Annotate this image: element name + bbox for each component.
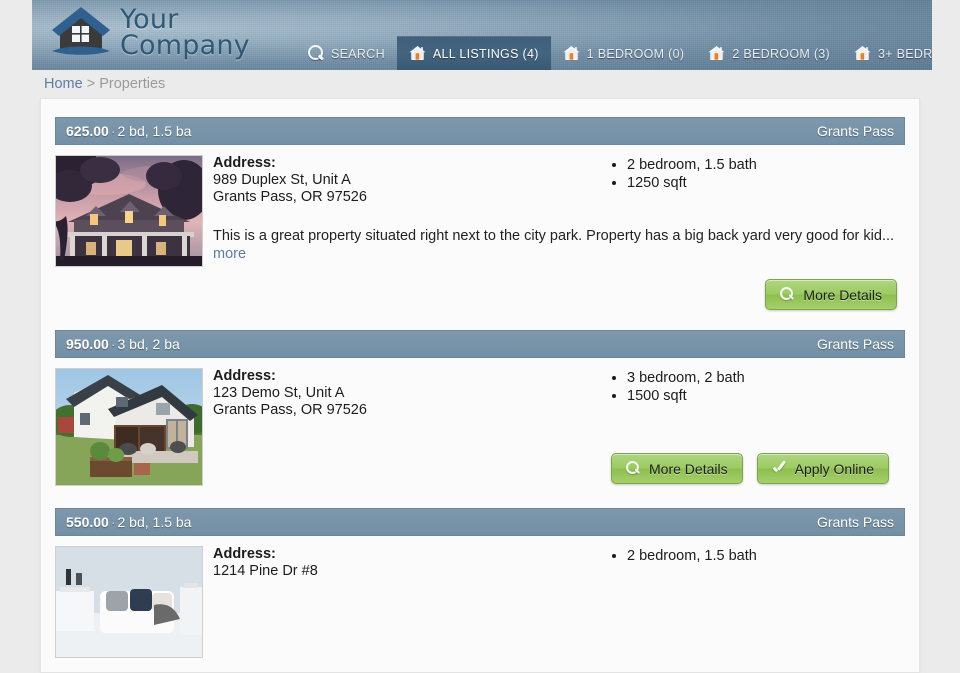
listing-summary: 550.00 · 2 bd, 1.5 ba bbox=[66, 514, 191, 530]
listing-beds-baths: 3 bd, 2 ba bbox=[117, 336, 180, 352]
listing-actions: More Details bbox=[55, 267, 905, 316]
address-line-1: 1214 Pine Dr #8 bbox=[213, 563, 318, 579]
address-label: Address: bbox=[213, 368, 276, 384]
house-icon bbox=[563, 45, 580, 61]
nav-label-1-bedroom: 1 BEDROOM (0) bbox=[586, 47, 685, 61]
search-icon bbox=[308, 45, 324, 61]
price-separator: · bbox=[110, 336, 116, 352]
nav-label-3plus-bedroom: 3+ BEDROOM (1) bbox=[878, 47, 932, 61]
feature-item: 1500 sqft bbox=[627, 387, 905, 405]
more-details-label: More Details bbox=[803, 286, 882, 303]
price-separator: · bbox=[110, 514, 116, 530]
more-details-label: More Details bbox=[649, 460, 728, 477]
house-roof-logo-icon bbox=[50, 4, 112, 62]
description-text: This is a great property situated right … bbox=[213, 228, 895, 244]
house-icon bbox=[409, 45, 426, 61]
site-header: Your Company SEARCH ALL LISTINGS (4) 1 B… bbox=[32, 0, 932, 70]
nav-label-search: SEARCH bbox=[331, 47, 385, 61]
listing-info: Address: 1214 Pine Dr #8 2 bedroom, 1.5 … bbox=[203, 546, 905, 658]
apply-online-button[interactable]: Apply Online bbox=[756, 453, 889, 484]
breadcrumb-separator: > bbox=[86, 76, 96, 92]
breadcrumb: Home > Properties bbox=[44, 76, 165, 92]
nav-item-2-bedroom[interactable]: 2 BEDROOM (3) bbox=[696, 36, 842, 70]
breadcrumb-link-home[interactable]: Home bbox=[44, 76, 83, 92]
search-icon bbox=[626, 461, 641, 476]
listing-price: 550.00 bbox=[66, 514, 109, 530]
listing-thumbnail[interactable] bbox=[55, 155, 203, 267]
nav-label-all-listings: ALL LISTINGS (4) bbox=[432, 47, 539, 61]
listing-item: 950.00 · 3 bd, 2 ba Grants Pass Address:… bbox=[55, 330, 905, 486]
listing-beds-baths: 2 bd, 1.5 ba bbox=[117, 123, 192, 139]
price-separator: · bbox=[110, 123, 116, 139]
listing-features: 2 bedroom, 1.5 bath bbox=[593, 546, 905, 658]
more-details-button[interactable]: More Details bbox=[611, 453, 743, 484]
listing-city: Grants Pass bbox=[816, 514, 894, 530]
search-icon bbox=[780, 287, 795, 302]
main-navigation: SEARCH ALL LISTINGS (4) 1 BEDROOM (0) 2 … bbox=[296, 36, 932, 70]
listing-header-bar[interactable]: 625.00 · 2 bd, 1.5 ba Grants Pass bbox=[55, 117, 905, 145]
nav-item-search[interactable]: SEARCH bbox=[296, 36, 397, 70]
listing-features: 2 bedroom, 1.5 bath 1250 sqft bbox=[593, 155, 905, 210]
apply-online-label: Apply Online bbox=[794, 460, 874, 477]
listing-summary: 625.00 · 2 bd, 1.5 ba bbox=[66, 123, 191, 139]
more-link[interactable]: more bbox=[213, 246, 246, 262]
listing-item: 550.00 · 2 bd, 1.5 ba Grants Pass Addres… bbox=[55, 508, 905, 658]
listing-thumbnail[interactable] bbox=[55, 368, 203, 486]
listing-summary: 950.00 · 3 bd, 2 ba bbox=[66, 336, 180, 352]
listing-body: Address: 123 Demo St, Unit A Grants Pass… bbox=[55, 358, 905, 486]
nav-item-all-listings[interactable]: ALL LISTINGS (4) bbox=[396, 36, 551, 70]
company-logo[interactable]: Your Company bbox=[50, 4, 250, 62]
listing-address: Address: 989 Duplex St, Unit A Grants Pa… bbox=[213, 155, 593, 210]
listing-actions: More Details Apply Online bbox=[611, 441, 897, 490]
feature-item: 2 bedroom, 1.5 bath bbox=[627, 547, 905, 565]
breadcrumb-current: Properties bbox=[99, 76, 166, 92]
listing-item: 625.00 · 2 bd, 1.5 ba Grants Pass Addres… bbox=[55, 117, 905, 316]
listing-description: This is a great property situated right … bbox=[213, 227, 905, 267]
address-line-2: Grants Pass, OR 97526 bbox=[213, 402, 367, 418]
listing-info: Address: 989 Duplex St, Unit A Grants Pa… bbox=[203, 155, 905, 267]
address-line-1: 989 Duplex St, Unit A bbox=[213, 172, 351, 188]
logo-text: Your Company bbox=[120, 6, 250, 61]
listing-city: Grants Pass bbox=[816, 336, 894, 352]
listing-address: Address: 1214 Pine Dr #8 bbox=[213, 546, 593, 658]
listings-panel: 625.00 · 2 bd, 1.5 ba Grants Pass Addres… bbox=[40, 98, 920, 673]
nav-item-3plus-bedroom[interactable]: 3+ BEDROOM (1) bbox=[842, 36, 932, 70]
listing-header-bar[interactable]: 550.00 · 2 bd, 1.5 ba Grants Pass bbox=[55, 508, 905, 536]
more-details-button[interactable]: More Details bbox=[765, 279, 897, 310]
feature-item: 2 bedroom, 1.5 bath bbox=[627, 156, 905, 174]
listing-price: 950.00 bbox=[66, 336, 109, 352]
listing-price: 625.00 bbox=[66, 123, 109, 139]
nav-label-2-bedroom: 2 BEDROOM (3) bbox=[732, 47, 831, 61]
address-label: Address: bbox=[213, 155, 276, 171]
feature-item: 3 bedroom, 2 bath bbox=[627, 369, 905, 387]
address-line-1: 123 Demo St, Unit A bbox=[213, 385, 345, 401]
listing-address: Address: 123 Demo St, Unit A Grants Pass… bbox=[213, 368, 593, 486]
nav-item-1-bedroom[interactable]: 1 BEDROOM (0) bbox=[551, 36, 697, 70]
listing-header-bar[interactable]: 950.00 · 3 bd, 2 ba Grants Pass bbox=[55, 330, 905, 358]
check-icon bbox=[772, 461, 787, 476]
house-icon bbox=[708, 45, 725, 61]
address-label: Address: bbox=[213, 546, 276, 562]
listing-body: Address: 989 Duplex St, Unit A Grants Pa… bbox=[55, 145, 905, 267]
house-icon bbox=[854, 45, 871, 61]
listing-beds-baths: 2 bd, 1.5 ba bbox=[117, 514, 192, 530]
feature-item: 1250 sqft bbox=[627, 174, 905, 192]
listing-city: Grants Pass bbox=[816, 123, 894, 139]
listing-thumbnail[interactable] bbox=[55, 546, 203, 658]
address-line-2: Grants Pass, OR 97526 bbox=[213, 189, 367, 205]
logo-line-2: Company bbox=[120, 30, 250, 61]
